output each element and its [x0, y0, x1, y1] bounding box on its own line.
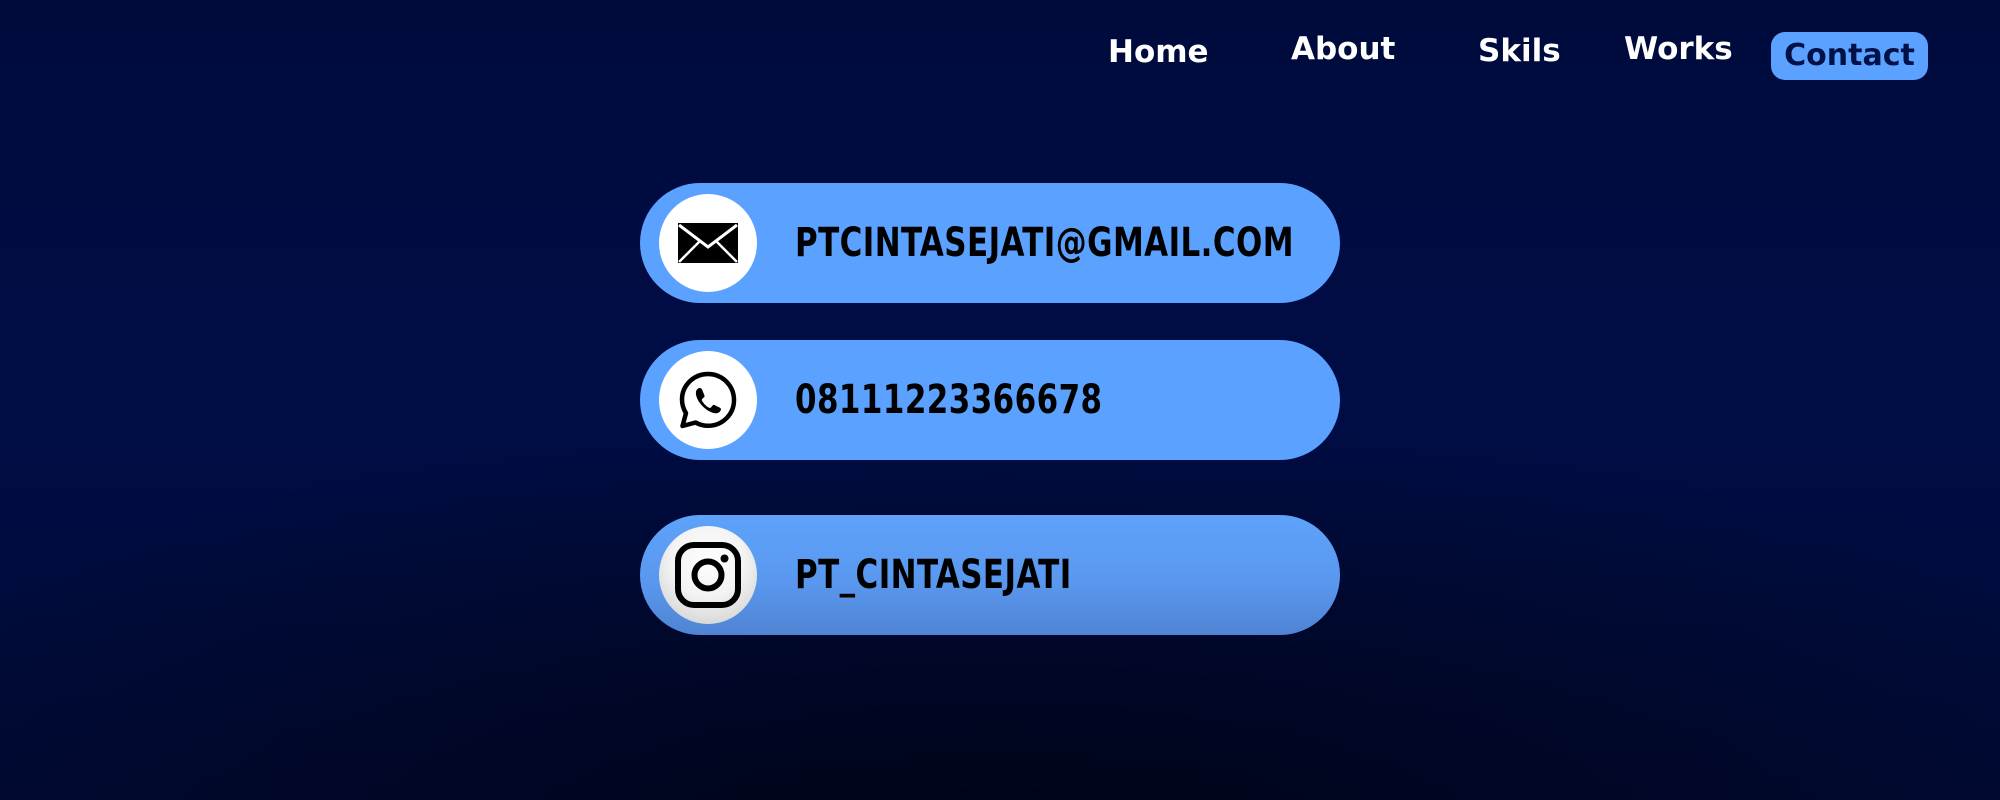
nav-skils-link[interactable]: Skils [1478, 36, 1561, 67]
nav-works-link[interactable]: Works [1624, 34, 1733, 65]
nav-contact-button[interactable]: Contact [1771, 32, 1928, 80]
instagram-icon [675, 542, 741, 608]
nav-about-link[interactable]: About [1291, 34, 1395, 65]
whatsapp-contact-card[interactable]: 08111223366678 [640, 340, 1340, 460]
email-icon-badge [659, 194, 757, 292]
whatsapp-icon-badge [659, 351, 757, 449]
phone-number: 08111223366678 [795, 377, 1103, 423]
email-address: PTCINTASEJATI@GMAIL.COM [795, 220, 1294, 266]
instagram-icon-badge [659, 526, 757, 624]
nav-home-link[interactable]: Home [1108, 37, 1209, 68]
email-contact-card[interactable]: PTCINTASEJATI@GMAIL.COM [640, 183, 1340, 303]
instagram-contact-card[interactable]: PT_CINTASEJATI [640, 515, 1340, 635]
instagram-handle: PT_CINTASEJATI [795, 552, 1072, 598]
whatsapp-icon [679, 371, 737, 429]
envelope-icon [678, 223, 738, 263]
